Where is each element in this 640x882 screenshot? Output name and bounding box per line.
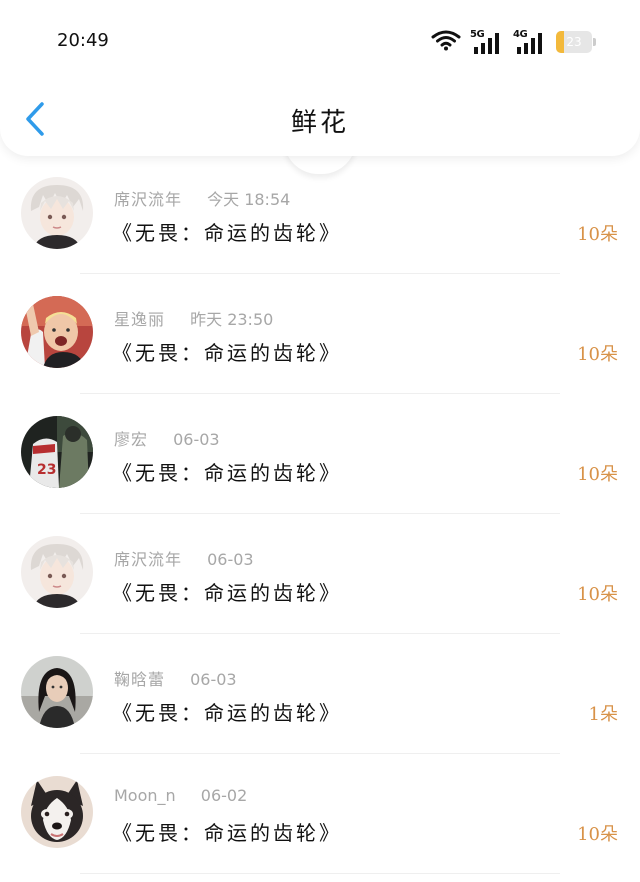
status-icons: 5G 4G 23 [431,28,596,56]
gift-time: 06-03 [190,670,237,689]
list-item[interactable]: Moon_n 06-02 《无畏：命运的齿轮》 10朵 [0,754,640,874]
book-title[interactable]: 《无畏：命运的齿轮》 [112,457,342,486]
avatar[interactable] [21,177,93,249]
flower-count: 10朵 [577,464,618,485]
flower-count: 10朵 [577,824,618,845]
child-photo-avatar-icon [21,296,93,368]
sender-name[interactable]: 鞠晗蕾 [114,670,165,689]
status-bar: 20:49 5G 4G 23 [0,0,640,84]
item-meta: 廖宏 06-03 [114,426,220,450]
row-divider [80,873,560,874]
flower-count: 10朵 [577,584,618,605]
flower-count: 10朵 [577,344,618,365]
header: 20:49 5G 4G 23 鲜花 [0,0,640,156]
item-meta: 席沢流年 今天 18:54 [114,186,290,210]
gift-list: 席沢流年 今天 18:54 《无畏：命运的齿轮》 10朵 星逸丽 昨天 23:5… [0,156,640,874]
woman-photo-avatar-icon [21,656,93,728]
item-meta: 鞠晗蕾 06-03 [114,666,237,690]
avatar[interactable]: 23 [21,416,93,488]
signal-5g-icon: 5G [470,29,504,55]
battery-level: 23 [566,35,582,49]
page: 20:49 5G 4G 23 鲜花 席沢流年 今天 18:54 《无畏：命运的齿… [0,0,640,882]
anime-boy-avatar-icon [21,177,93,249]
sender-name[interactable]: 廖宏 [114,430,148,449]
flower-count: 10朵 [577,224,618,245]
flower-count: 1朵 [588,704,618,725]
sender-name[interactable]: 席沢流年 [114,550,182,569]
gift-time: 06-03 [173,430,220,449]
status-time: 20:49 [57,30,109,51]
list-item[interactable]: 席沢流年 06-03 《无畏：命运的齿轮》 10朵 [0,514,640,634]
anime-boy-avatar-icon [21,536,93,608]
gift-time: 昨天 23:50 [190,310,274,329]
sender-name[interactable]: 星逸丽 [114,310,165,329]
list-item[interactable]: 鞠晗蕾 06-03 《无畏：命运的齿轮》 1朵 [0,634,640,754]
battery-icon: 23 [556,31,596,53]
gift-time: 06-02 [200,786,248,805]
svg-text:23: 23 [37,462,56,478]
sender-name[interactable]: 席沢流年 [114,190,182,209]
avatar[interactable] [21,656,93,728]
book-title[interactable]: 《无畏：命运的齿轮》 [112,217,342,246]
page-title: 鲜花 [290,108,349,138]
avatar[interactable] [21,296,93,368]
battery-cap [593,38,596,46]
book-title[interactable]: 《无畏：命运的齿轮》 [112,337,342,366]
item-meta: Moon_n 06-02 [114,786,247,805]
sender-name[interactable]: Moon_n [114,786,176,805]
book-title[interactable]: 《无畏：命运的齿轮》 [112,577,342,606]
list-item[interactable]: 星逸丽 昨天 23:50 《无畏：命运的齿轮》 10朵 [0,274,640,394]
gift-time: 今天 18:54 [207,190,291,209]
book-title[interactable]: 《无畏：命运的齿轮》 [112,697,342,726]
signal-4g-icon: 4G [513,29,547,55]
avatar[interactable] [21,536,93,608]
item-meta: 星逸丽 昨天 23:50 [114,306,273,330]
list-item[interactable]: 23 廖宏 06-03 《无畏：命运的齿轮》 10朵 [0,394,640,514]
wifi-icon [431,29,461,55]
battery-body: 23 [556,31,592,53]
husky-dog-avatar-icon [21,776,93,848]
gift-time: 06-03 [207,550,254,569]
jersey-photo-avatar-icon: 23 [21,416,93,488]
avatar[interactable] [21,776,93,848]
item-meta: 席沢流年 06-03 [114,546,254,570]
book-title[interactable]: 《无畏：命运的齿轮》 [112,817,342,846]
